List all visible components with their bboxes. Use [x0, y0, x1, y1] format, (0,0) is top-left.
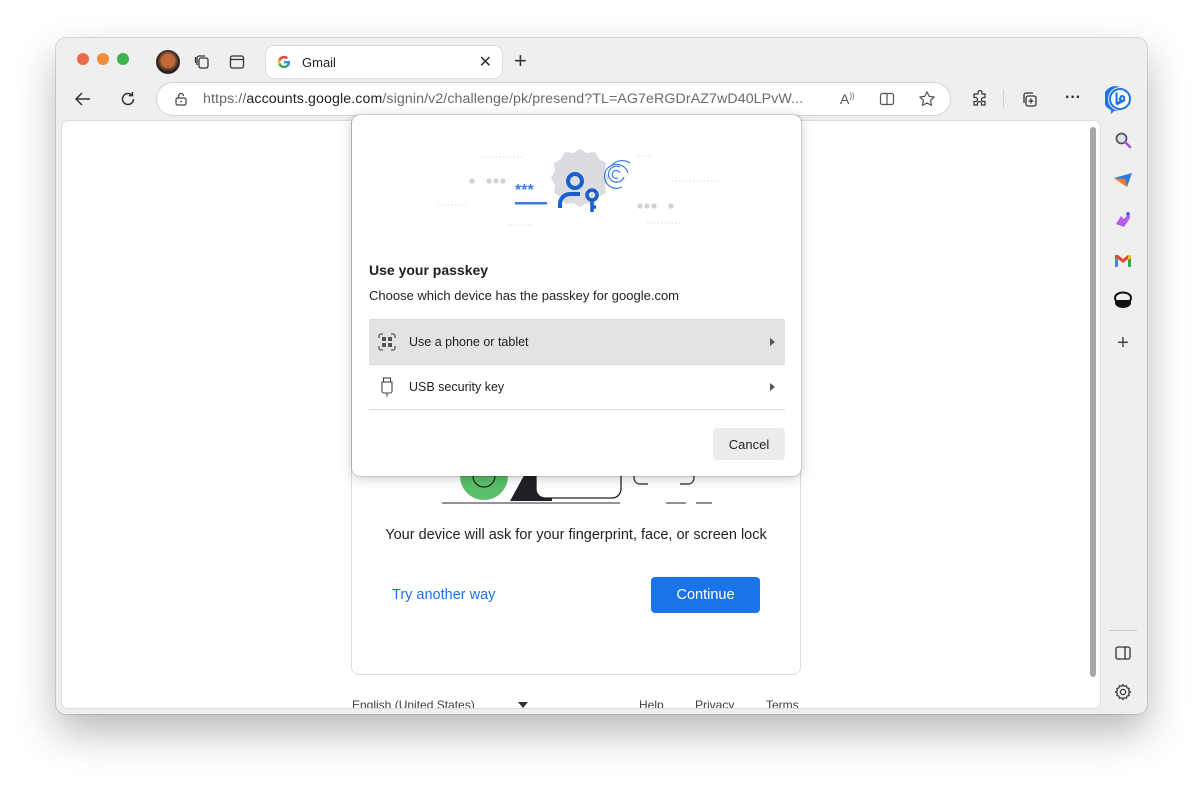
read-aloud-icon[interactable]: A)) [840, 91, 855, 107]
passkey-illustration: *** [437, 149, 722, 226]
dialog-subtitle: Choose which device has the passkey for … [369, 288, 680, 303]
sidebar-toggle-icon[interactable] [1112, 642, 1134, 664]
edge-sidebar: + [1100, 120, 1147, 714]
bing-copilot-icon[interactable] [1104, 84, 1136, 116]
vertical-tabs-icon[interactable] [227, 52, 247, 72]
favorite-star-icon[interactable] [918, 90, 936, 111]
outlook-icon[interactable] [1112, 289, 1134, 311]
option-usb-security-key[interactable]: USB security key [369, 364, 785, 409]
cancel-button[interactable]: Cancel [713, 428, 785, 460]
tab-close-icon[interactable]: ✕ [479, 52, 492, 72]
footer-link-privacy[interactable]: Privacy [695, 698, 734, 708]
language-selector[interactable]: English (United States) [352, 698, 475, 708]
close-window-button[interactable] [77, 53, 89, 65]
sidebar-divider [1109, 630, 1137, 631]
collections-icon[interactable] [1018, 89, 1040, 109]
telegram-icon[interactable] [1112, 169, 1134, 191]
toolbar-divider [1003, 90, 1004, 108]
workspaces-icon[interactable] [192, 52, 212, 72]
games-icon[interactable] [1112, 209, 1134, 231]
device-prompt-text: Your device will ask for your fingerprin… [385, 527, 767, 543]
try-another-way-link[interactable]: Try another way [392, 587, 495, 603]
continue-button[interactable]: Continue [651, 577, 760, 613]
passkey-dialog: *** Use your passkey Choose which device… [352, 115, 801, 476]
reload-icon[interactable] [117, 89, 139, 109]
footer-link-terms[interactable]: Terms [766, 698, 799, 708]
password-mask: *** [515, 182, 534, 199]
lock-icon[interactable] [175, 92, 187, 106]
dialog-title: Use your passkey [369, 262, 489, 278]
more-icon[interactable]: ··· [1062, 88, 1084, 108]
option-phone-or-tablet[interactable]: Use a phone or tablet [369, 319, 785, 364]
maximize-window-button[interactable] [117, 53, 129, 65]
option-label: Use a phone or tablet [409, 335, 529, 349]
tab-gmail[interactable]: Gmail ✕ [266, 46, 502, 78]
usb-key-icon [377, 377, 397, 397]
tab-title: Gmail [302, 54, 336, 70]
settings-icon[interactable] [1112, 681, 1134, 703]
minimize-window-button[interactable] [97, 53, 109, 65]
profile-avatar[interactable] [156, 50, 180, 74]
address-bar[interactable]: https://accounts.google.com/signin/v2/ch… [157, 83, 950, 115]
option-label: USB security key [409, 380, 505, 394]
split-screen-icon[interactable] [879, 91, 895, 110]
chevron-right-icon [770, 383, 775, 391]
vertical-scrollbar[interactable] [1090, 127, 1096, 677]
add-icon[interactable]: + [1112, 332, 1134, 354]
search-icon[interactable] [1112, 129, 1134, 151]
url-text[interactable]: https://accounts.google.com/signin/v2/ch… [203, 91, 803, 107]
language-dropdown-icon[interactable] [518, 702, 528, 708]
chevron-right-icon [770, 338, 775, 346]
qr-code-icon [377, 332, 397, 352]
footer-link-help[interactable]: Help [639, 698, 664, 708]
new-tab-button[interactable]: + [514, 48, 527, 74]
google-g-icon [277, 55, 291, 69]
back-icon[interactable] [72, 89, 94, 109]
options-divider [369, 409, 785, 410]
gmail-icon[interactable] [1112, 249, 1134, 271]
extensions-icon[interactable] [969, 89, 991, 109]
